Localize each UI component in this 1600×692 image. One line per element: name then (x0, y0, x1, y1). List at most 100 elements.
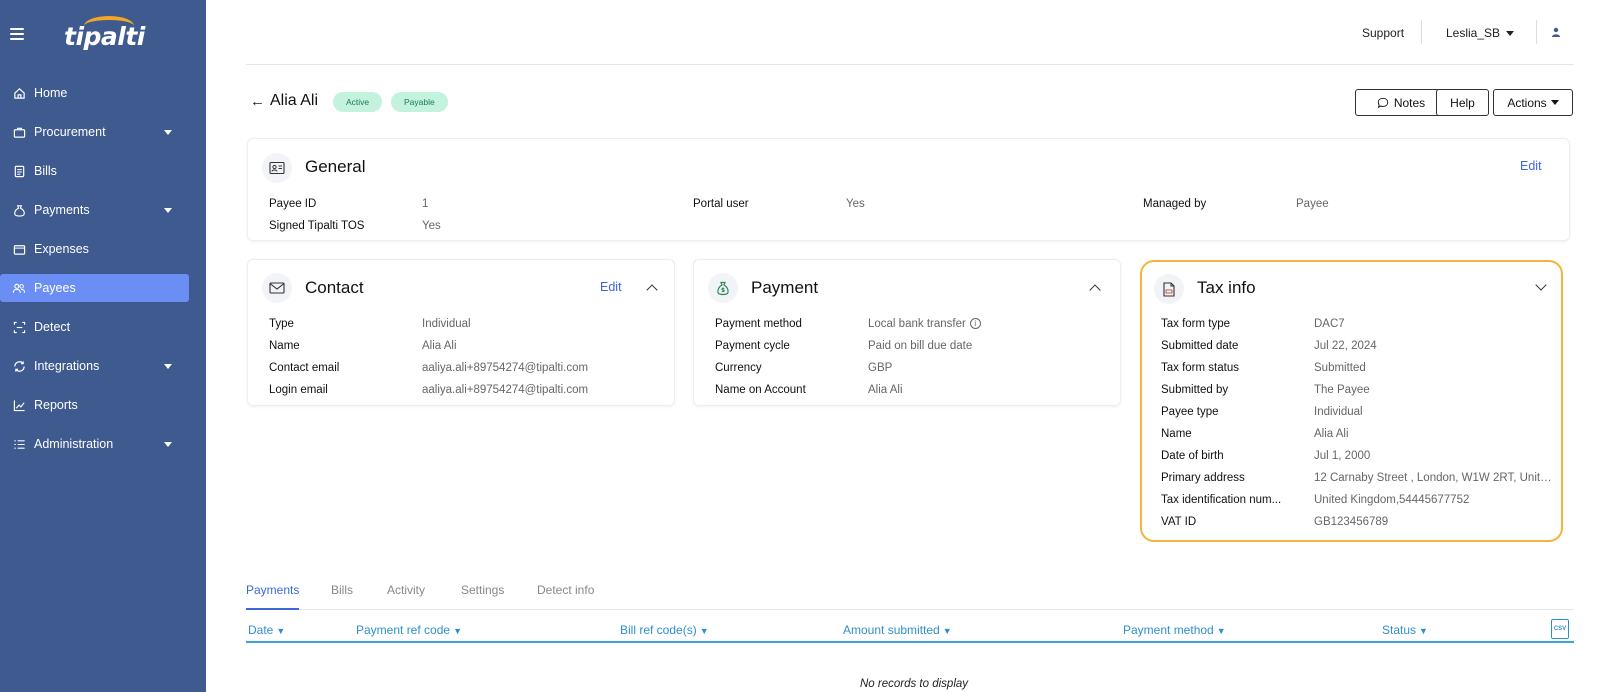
chevron-down-icon[interactable] (164, 442, 172, 447)
column-header-bill-ref-codes[interactable]: Bill ref code(s) ▼ (620, 623, 709, 637)
field-value: Local bank transfer i (868, 318, 981, 330)
sidebar-item-label: Reports (34, 398, 78, 412)
sidebar-item-bills[interactable]: Bills (0, 157, 206, 185)
empty-table-message: No records to display (860, 678, 969, 690)
chevron-down-icon[interactable] (164, 130, 172, 135)
status-badge-payable: Payable (391, 92, 448, 112)
sidebar-item-detect[interactable]: Detect (0, 313, 206, 341)
sidebar-item-administration[interactable]: Administration (0, 430, 206, 458)
support-link[interactable]: Support (1362, 26, 1404, 40)
filter-icon[interactable]: ▼ (276, 626, 285, 636)
csv-export-icon[interactable]: CSV (1551, 619, 1569, 639)
column-header-amount-submitted[interactable]: Amount submitted ▼ (843, 623, 952, 637)
field-label: Payee ID (269, 198, 317, 210)
tab-detect-info[interactable]: Detect info (537, 583, 594, 610)
field-value: aaliya.ali+89754274@tipalti.com (422, 384, 589, 396)
divider (1421, 20, 1422, 44)
field-label: Primary address (1161, 472, 1245, 484)
field-value: 12 Carnaby Street , London, W1W 2RT, Uni… (1314, 472, 1556, 484)
field-value: Jul 1, 2000 (1314, 450, 1371, 462)
sidebar-item-reports[interactable]: Reports (0, 391, 206, 419)
chevron-up-icon[interactable] (646, 284, 658, 296)
tab-payments[interactable]: Payments (246, 583, 300, 610)
field-label: Tax form status (1161, 362, 1239, 374)
comment-icon (1377, 97, 1389, 109)
field-label: Payee type (1161, 406, 1219, 418)
field-value: Yes (846, 198, 865, 210)
field-label: Tax form type (1161, 318, 1231, 330)
sidebar-nav: Home Procurement Bills Payments Expenses… (0, 79, 206, 469)
notes-button[interactable]: Notes (1355, 89, 1447, 116)
contact-title: Contact (305, 278, 364, 297)
help-button[interactable]: Help (1436, 89, 1489, 116)
filter-icon[interactable]: ▼ (700, 626, 709, 636)
sidebar-item-label: Procurement (34, 125, 106, 139)
field-label: Login email (269, 384, 328, 396)
field-value: aaliya.ali+89754274@tipalti.com (422, 362, 589, 374)
tax-document-icon (1154, 274, 1184, 304)
actions-button[interactable]: Actions (1493, 89, 1573, 116)
chevron-down-icon[interactable] (164, 364, 172, 369)
sidebar-item-label: Integrations (34, 359, 100, 373)
field-label: Name (269, 340, 300, 352)
hamburger-menu-icon[interactable] (10, 28, 24, 40)
field-value: United Kingdom,54445677752 (1314, 494, 1470, 506)
filter-icon[interactable]: ▼ (1419, 626, 1428, 636)
chevron-down-icon[interactable] (1506, 31, 1514, 36)
integrations-icon (12, 359, 26, 373)
filter-icon[interactable]: ▼ (943, 626, 952, 636)
info-icon[interactable]: i (969, 318, 981, 330)
sidebar-item-home[interactable]: Home (0, 79, 206, 107)
sidebar-item-integrations[interactable]: Integrations (0, 352, 206, 380)
column-header-payment-method[interactable]: Payment method ▼ (1123, 623, 1226, 637)
field-value: 1 (422, 198, 429, 210)
table-header: Date ▼ Payment ref code ▼ Bill ref code(s)… (246, 619, 1574, 643)
sidebar-item-payments[interactable]: Payments (0, 196, 206, 224)
general-edit-link[interactable]: Edit (1520, 159, 1542, 173)
actions-label: Actions (1507, 95, 1547, 110)
back-arrow-icon[interactable]: ← (250, 93, 265, 110)
chevron-down-icon (1550, 100, 1559, 105)
tab-settings[interactable]: Settings (461, 583, 504, 610)
sidebar-item-label: Payees (34, 281, 76, 295)
briefcase-icon (12, 125, 26, 139)
tipalti-logo[interactable]: tipalti (64, 22, 145, 51)
chevron-down-icon[interactable] (1535, 279, 1547, 291)
general-card: General Edit Payee ID 1 Signed Tipalti T… (247, 138, 1570, 241)
column-header-label: Payment ref code (356, 623, 451, 637)
field-value: Individual (422, 318, 471, 330)
home-icon (12, 86, 26, 100)
tab-bills[interactable]: Bills (331, 583, 353, 610)
payment-card: Payment Payment method Local bank transf… (693, 259, 1121, 406)
column-header-date[interactable]: Date ▼ (248, 623, 285, 637)
contact-edit-link[interactable]: Edit (600, 280, 622, 294)
sidebar-item-label: Detect (34, 320, 71, 334)
field-value: Submitted (1314, 362, 1366, 374)
money-bag-icon (12, 203, 26, 217)
field-label: Submitted by (1161, 384, 1229, 396)
filter-icon[interactable]: ▼ (453, 626, 462, 636)
chevron-up-icon[interactable] (1089, 284, 1101, 296)
field-label: Name on Account (715, 384, 806, 396)
sidebar-item-payees[interactable]: Payees (0, 274, 189, 302)
sidebar-item-procurement[interactable]: Procurement (0, 118, 206, 146)
field-label: VAT ID (1161, 516, 1197, 528)
status-badge-active: Active (333, 92, 383, 112)
column-header-payment-ref-code[interactable]: Payment ref code ▼ (356, 623, 462, 637)
column-header-status[interactable]: Status ▼ (1382, 623, 1428, 637)
field-value: Jul 22, 2024 (1314, 340, 1377, 352)
field-label: Date of birth (1161, 450, 1224, 462)
sidebar-item-label: Home (34, 86, 68, 100)
user-menu[interactable]: Leslia_SB (1446, 26, 1500, 40)
avatar-icon[interactable] (1548, 24, 1564, 40)
sidebar-item-expenses[interactable]: Expenses (0, 235, 206, 263)
filter-icon[interactable]: ▼ (1217, 626, 1226, 636)
people-icon (12, 281, 26, 295)
field-label: Tax identification num... (1161, 494, 1282, 506)
money-bag-icon (708, 273, 738, 303)
notes-label: Notes (1393, 95, 1426, 110)
tab-activity[interactable]: Activity (387, 583, 425, 610)
field-label: Contact email (269, 362, 340, 374)
chevron-down-icon[interactable] (164, 208, 172, 213)
column-header-label: Payment method (1123, 623, 1214, 637)
